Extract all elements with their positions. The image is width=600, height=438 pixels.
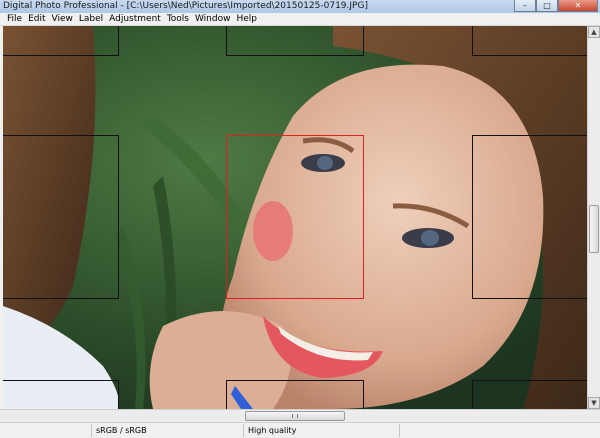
minimize-button[interactable]: – [514, 0, 536, 12]
af-point [472, 26, 587, 56]
status-spacer [0, 424, 92, 437]
menu-label[interactable]: Label [76, 13, 106, 25]
vertical-scroll-thumb[interactable] [589, 205, 599, 253]
af-point [3, 135, 119, 299]
vertical-scrollbar[interactable]: ▲ ▼ [587, 26, 600, 409]
menu-file[interactable]: File [4, 13, 25, 25]
af-point [472, 135, 587, 299]
grip-icon [292, 414, 298, 418]
menu-view[interactable]: View [49, 13, 76, 25]
close-button[interactable]: ✕ [558, 0, 598, 12]
window-title: Digital Photo Professional - [C:\Users\N… [3, 1, 368, 11]
menu-edit[interactable]: Edit [25, 13, 48, 25]
horizontal-scrollbar[interactable] [0, 409, 600, 422]
af-point [226, 26, 364, 56]
menu-adjustment[interactable]: Adjustment [106, 13, 164, 25]
af-point [226, 380, 364, 409]
status-quality: High quality [244, 424, 400, 437]
status-color-space: sRGB / sRGB [92, 424, 244, 437]
status-empty [400, 424, 600, 437]
status-bar: sRGB / sRGB High quality [0, 422, 600, 438]
image-viewport[interactable] [3, 26, 587, 409]
af-point [472, 380, 587, 409]
maximize-button[interactable]: □ [536, 0, 558, 12]
af-point-active [226, 135, 364, 299]
scroll-up-arrow-icon[interactable]: ▲ [588, 26, 600, 38]
menu-bar: File Edit View Label Adjustment Tools Wi… [0, 13, 600, 26]
title-bar[interactable]: Digital Photo Professional - [C:\Users\N… [0, 0, 600, 14]
scroll-down-arrow-icon[interactable]: ▼ [588, 397, 600, 409]
menu-help[interactable]: Help [233, 13, 260, 25]
horizontal-scroll-thumb[interactable] [245, 411, 345, 421]
menu-tools[interactable]: Tools [164, 13, 192, 25]
af-point [3, 26, 119, 56]
af-point [3, 380, 119, 409]
window-controls: – □ ✕ [514, 0, 598, 13]
menu-window[interactable]: Window [192, 13, 234, 25]
